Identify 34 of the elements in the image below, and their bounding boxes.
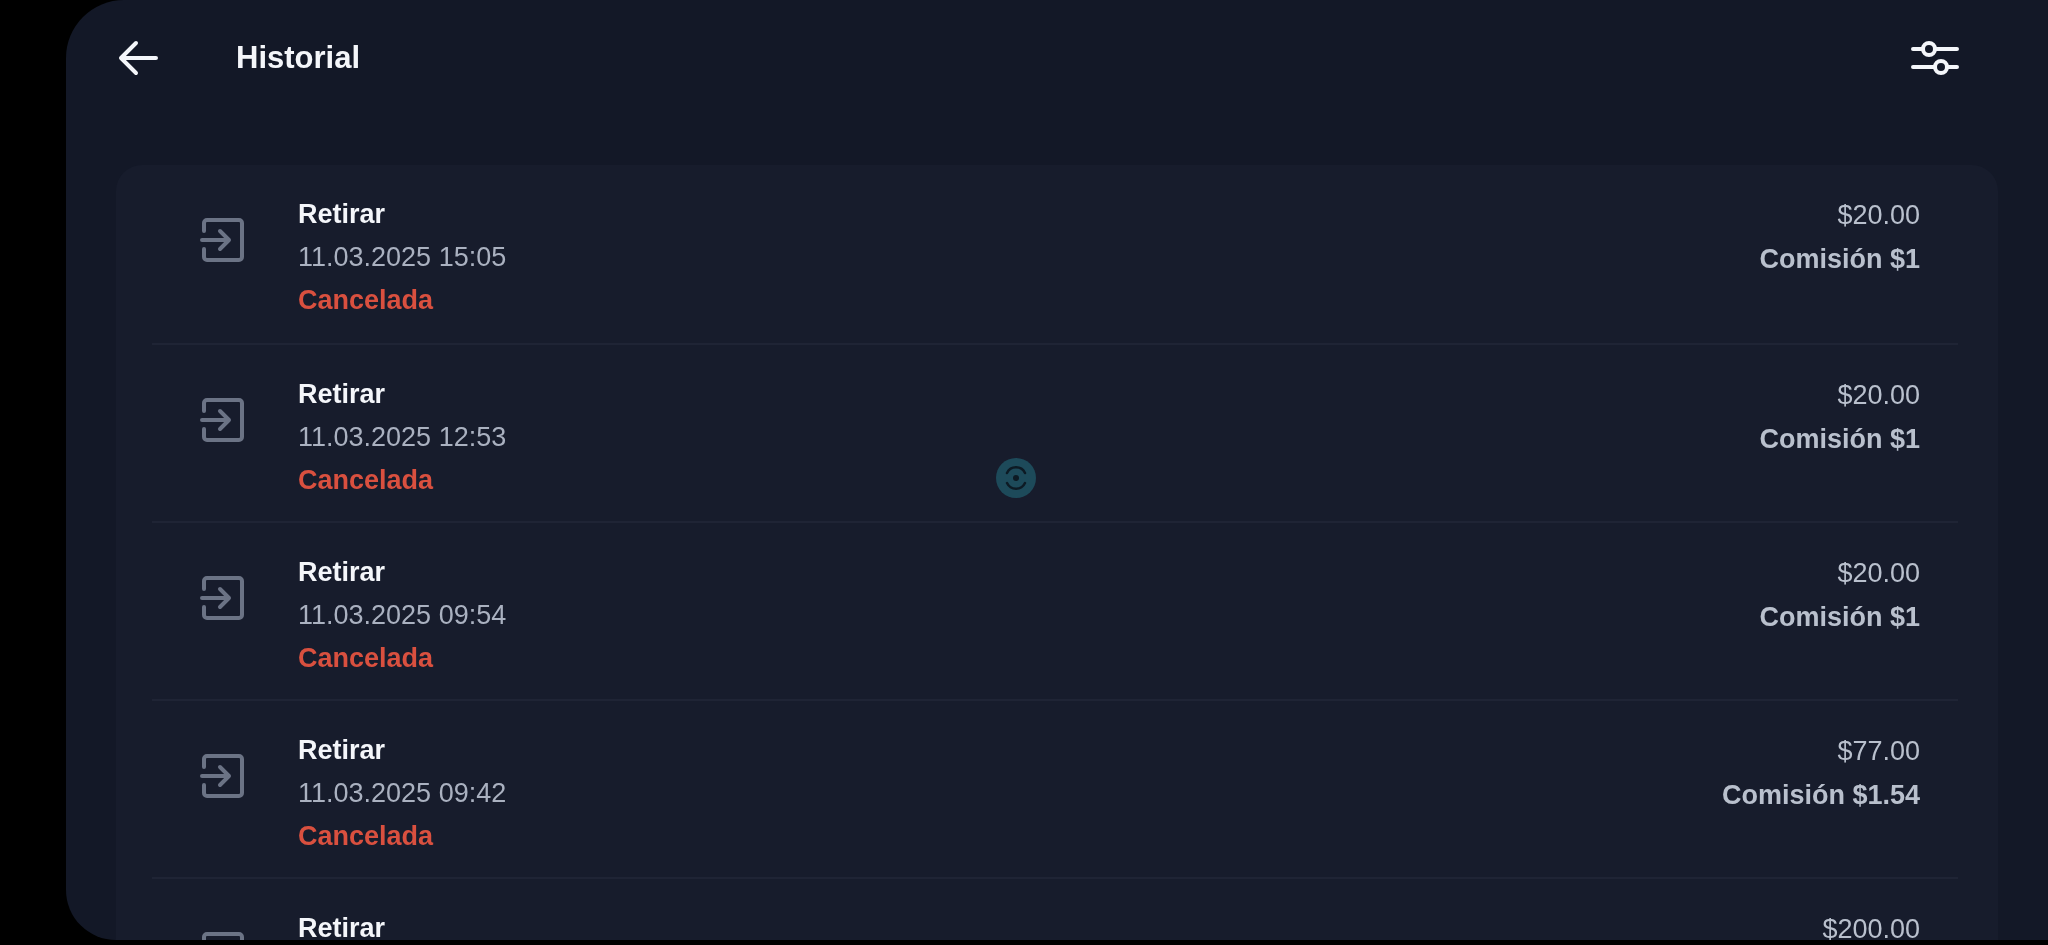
fee-text: Comisión $1	[1759, 423, 1920, 456]
transaction-type: Retirar	[298, 378, 386, 411]
status-label: Cancelada	[298, 820, 434, 853]
amount: $20.00	[1837, 379, 1920, 412]
transaction-type: Retirar	[298, 734, 386, 767]
filter-sliders-icon	[1910, 38, 1960, 78]
amount: $77.00	[1837, 735, 1920, 768]
enter-icon	[200, 575, 246, 621]
status-label: Cancelada	[298, 642, 434, 675]
transaction-row[interactable]: Retirar 11.03.2025 15:05 Cancelada $20.00 Comisión $1	[152, 193, 1920, 322]
fee-text: Comisión $1	[1759, 601, 1920, 634]
transaction-type: Retirar	[298, 198, 386, 231]
transaction-row[interactable]: Retirar 11.03.2025 09:42 Cancelada $77.00 Comisión $1.54	[152, 729, 1920, 858]
transaction-row[interactable]: Retirar 11.03.2025 09:54 Cancelada $20.00 Comisión $1	[152, 551, 1920, 680]
enter-icon	[200, 753, 246, 799]
enter-icon	[200, 217, 246, 263]
transaction-row[interactable]: Retirar 11.03.2025 12:53 Cancelada $20.00 Comisión $1	[152, 373, 1920, 502]
enter-icon	[200, 397, 246, 443]
filter-button[interactable]	[1910, 38, 1960, 78]
transaction-type: Retirar	[298, 912, 386, 940]
transaction-date: 11.03.2025 12:53	[298, 421, 507, 454]
fee-text: Comisión $1.54	[1721, 779, 1920, 812]
transaction-type: Retirar	[298, 556, 386, 589]
status-label: Cancelada	[298, 464, 434, 497]
transaction-date: 11.03.2025 09:54	[298, 599, 507, 632]
transaction-row[interactable]: Retirar $200.00	[152, 907, 1920, 940]
status-label: Cancelada	[298, 284, 434, 317]
page-title: Historial	[236, 40, 362, 76]
transaction-date: 11.03.2025 15:05	[298, 241, 507, 274]
amount: $20.00	[1837, 557, 1920, 590]
transaction-date: 11.03.2025 09:42	[298, 777, 507, 810]
fee-text: Comisión $1	[1759, 243, 1920, 276]
amount: $20.00	[1837, 199, 1920, 232]
amount: $200.00	[1822, 913, 1920, 940]
